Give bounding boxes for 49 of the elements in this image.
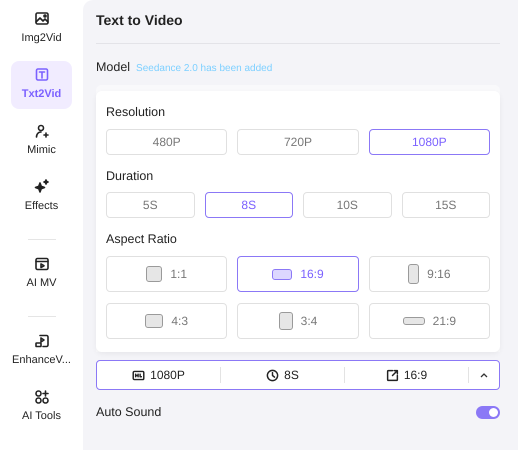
option-button[interactable]: 3:4 [237,303,359,339]
option-button[interactable]: 1:1 [106,256,228,292]
chevron-up-icon[interactable] [480,372,488,378]
ratio-shape-icon [146,266,162,282]
ratio-shape-icon [145,314,164,328]
resolution-label: Resolution [106,104,166,121]
resize-icon [386,368,399,382]
option-button[interactable]: 5S [106,192,194,218]
settings-summary-bar[interactable]: 1080P 8S 16:9 [96,360,500,390]
option-button[interactable]: 8S [204,192,293,218]
option-button[interactable]: 16:9 [237,256,359,292]
sidebar-item[interactable]: AI Tools [11,383,72,431]
person-icon [34,123,50,140]
summary-value: 16:9 [404,367,428,384]
sidebar-item[interactable]: Effects [11,173,72,221]
option-button[interactable]: 9:16 [368,256,490,292]
duration-label: Duration [106,168,154,184]
sidebar-item[interactable]: Img2Vid [11,5,72,53]
clock-icon [266,368,280,382]
summary-value: 8S [284,367,299,384]
toggle-switch[interactable] [476,406,500,419]
aspect-ratio-label: Aspect Ratio [106,231,178,248]
option-button[interactable]: 21:9 [368,303,490,339]
video-icon [34,333,50,350]
sidebar-item[interactable]: Txt2Vid [11,61,72,109]
model-label: Model [96,59,130,76]
sidebar-item[interactable]: EnhanceV... [11,327,72,375]
option-button[interactable]: 720P [237,128,359,154]
text-icon [34,67,50,84]
sidebar-item[interactable]: AI MV [11,250,72,298]
ratio-shape-icon [278,312,293,330]
option-button[interactable]: 1080P [368,128,490,154]
hd-icon [132,368,146,382]
option-button[interactable]: 4:3 [106,303,228,339]
tools-icon [34,389,50,406]
option-button[interactable]: 15S [402,192,490,218]
sidebar-item[interactable]: Mimic [11,117,72,165]
option-button[interactable]: 480P [106,128,228,154]
ratio-shape-icon [272,268,292,280]
auto-sound-label: Auto Sound [96,404,162,421]
sparkle-icon [34,179,50,196]
clapper-icon [34,256,50,272]
page-title: Text to Video [96,12,183,28]
model-notice: Seedance 2.0 has been added [136,62,272,76]
summary-value: 1080P [150,367,185,384]
option-button[interactable]: 10S [303,192,392,218]
ratio-shape-icon [402,317,425,325]
ratio-shape-icon [408,264,420,284]
image-icon [34,11,50,28]
